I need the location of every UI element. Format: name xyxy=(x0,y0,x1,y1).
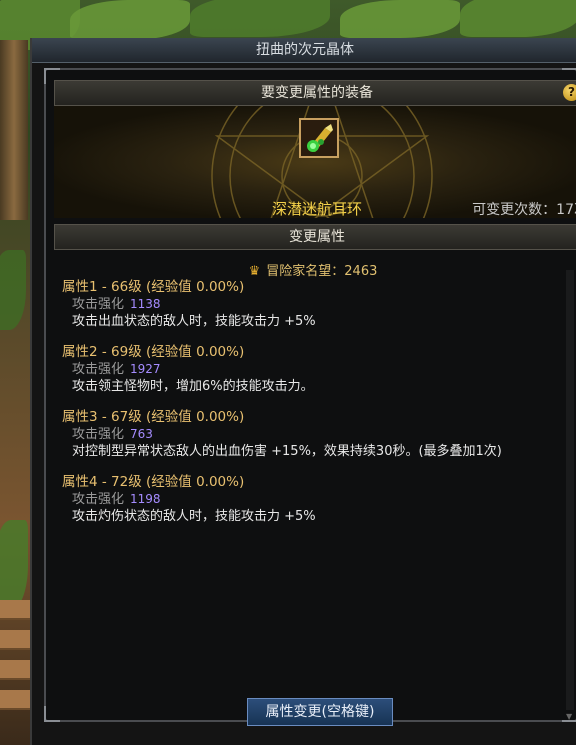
crown-icon: ♛ xyxy=(248,264,261,279)
attribute-stat: 攻击强化 763 xyxy=(62,426,572,443)
attribute-stat-value: 1138 xyxy=(130,297,161,311)
attribute-stat: 攻击强化 1138 xyxy=(62,296,572,313)
attribute-stat: 攻击强化 1927 xyxy=(62,361,572,378)
attribute-stat-label: 攻击强化 xyxy=(72,362,125,377)
attribute-title: 属性2 - 69级 (经验值 0.00%) xyxy=(62,344,245,360)
attribute-title: 属性3 - 67级 (经验值 0.00%) xyxy=(62,409,245,425)
change-count: 可变更次数：17次 xyxy=(472,202,576,218)
attribute-item: 属性2 - 69级 (经验值 0.00%) 攻击强化 1927 攻击领主怪物时，增… xyxy=(62,344,572,395)
help-icon[interactable]: ? xyxy=(563,84,576,101)
attribute-title: 属性4 - 72级 (经验值 0.00%) xyxy=(62,474,245,490)
attribute-desc: 攻击出血状态的敌人时，技能攻击力 +5% xyxy=(72,314,316,329)
attribute-desc: 攻击灼伤状态的敌人时，技能攻击力 +5% xyxy=(72,509,316,524)
main-panel: 要变更属性的装备 ? 深潜迷航耳环 可变更次数：17 变更属性 ♛ 冒险家名望：… xyxy=(44,68,576,722)
attribute-stat: 攻击强化 1198 xyxy=(62,491,572,508)
attribute-list: 属性1 - 66级 (经验值 0.00%) 攻击强化 1138 攻击出血状态的敌人… xyxy=(62,279,572,539)
attribute-title: 属性1 - 66级 (经验值 0.00%) xyxy=(62,279,245,295)
attribute-item: 属性1 - 66级 (经验值 0.00%) 攻击强化 1138 攻击出血状态的敌人… xyxy=(62,279,572,330)
attribute-stat-label: 攻击强化 xyxy=(72,427,125,442)
fame-label: 冒险家名望：2463 xyxy=(266,264,378,279)
change-attribute-button[interactable]: 属性变更(空格键) xyxy=(247,698,393,726)
attribute-stat-value: 1198 xyxy=(130,492,161,506)
earring-item-icon[interactable] xyxy=(299,118,339,158)
attribute-stat-label: 攻击强化 xyxy=(72,492,125,507)
fame-display: ♛ 冒险家名望：2463 xyxy=(46,260,576,279)
attribute-desc: 对控制型异常状态敌人的出血伤害 +15%，效果持续30秒。(最多叠加1次) xyxy=(72,444,502,459)
attribute-stat-label: 攻击强化 xyxy=(72,297,125,312)
attribute-item: 属性3 - 67级 (经验值 0.00%) 攻击强化 763 对控制型异常状态敌人… xyxy=(62,409,572,460)
attribute-item: 属性4 - 72级 (经验值 0.00%) 攻击强化 1198 攻击灼伤状态的敌人… xyxy=(62,474,572,525)
window-title: 扭曲的次元晶体 xyxy=(32,38,576,63)
panel-corner xyxy=(44,706,60,722)
equip-section-header: 要变更属性的装备 ? xyxy=(54,80,576,106)
attribute-stat-value: 1927 xyxy=(130,362,161,376)
attribute-desc: 攻击领主怪物时，增加6%的技能攻击力。 xyxy=(72,379,314,394)
equip-display: 深潜迷航耳环 可变更次数：17次 xyxy=(54,106,576,218)
scrollbar[interactable] xyxy=(566,270,574,710)
equip-header-label: 要变更属性的装备 xyxy=(261,85,373,101)
scroll-down-icon[interactable]: ▼ xyxy=(566,712,574,721)
dialog-window: 扭曲的次元晶体 要变更属性的装备 ? 深潜迷航耳环 可变更次数：17 变更属性 … xyxy=(30,38,576,745)
attr-section-header: 变更属性 xyxy=(54,224,576,250)
attribute-stat-value: 763 xyxy=(130,427,153,441)
